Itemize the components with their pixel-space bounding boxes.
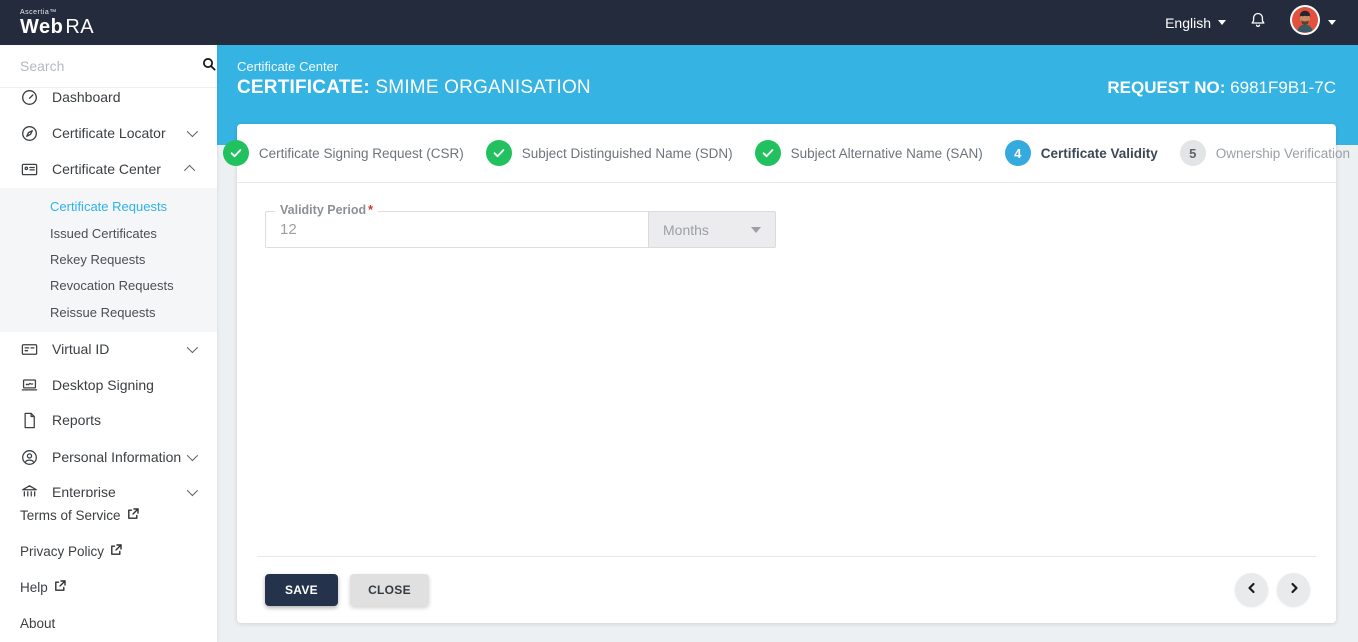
language-label: English [1165,14,1211,31]
chevron-down-icon [186,341,199,354]
validity-period-label: Validity Period * [275,203,379,217]
chevron-right-icon [1288,582,1300,597]
wizard-steps: Certificate Signing Request (CSR) Subjec… [222,124,1350,183]
avatar [1290,5,1320,40]
check-icon [222,140,249,166]
step-number: 5 [1179,140,1206,166]
report-file-icon [20,411,39,430]
search-icon[interactable] [201,56,217,77]
step-label: Certificate Signing Request (CSR) [258,145,464,161]
chevron-down-icon [1328,20,1336,25]
sidebar-item-personal-information[interactable]: Personal Information [0,439,217,475]
sidebar-item-reports[interactable]: Reports [0,402,217,438]
external-link-icon [110,543,122,559]
desktop-signing-icon [20,376,39,395]
request-number: REQUEST NO: 6981F9B1-7C [1107,78,1336,97]
sidebar-item-label: Reports [52,412,102,428]
bell-icon [1248,10,1268,35]
sidebar-item-certificate-requests[interactable]: Certificate Requests [0,196,217,218]
notifications-button[interactable] [1248,10,1268,35]
about-link[interactable]: About [20,613,55,633]
chevron-down-icon [186,449,199,462]
sidebar-item-dashboard[interactable]: Dashboard [0,79,217,115]
top-bar: Ascertia™ Web RA English [0,0,1358,45]
person-icon [20,448,39,467]
chevron-down-icon [1218,20,1226,25]
chevron-down-icon [186,484,199,497]
step-certificate-validity[interactable]: 4 Certificate Validity [1004,140,1158,166]
close-button[interactable]: CLOSE [350,574,429,606]
help-link[interactable]: Help [20,577,66,597]
dropdown-arrow-icon [751,226,761,233]
certificate-center-submenu: Certificate Requests Issued Certificates… [0,188,217,332]
link-label: Privacy Policy [20,543,105,559]
sidebar-footer: Terms of Service Privacy Policy Help Abo… [0,497,217,642]
sidebar-item-label: Virtual ID [52,341,110,357]
compass-icon [20,124,39,143]
wizard-card: Certificate Signing Request (CSR) Subjec… [222,124,1350,623]
sidebar-item-label: Desktop Signing [52,377,154,393]
sidebar-item-label: Certificate Locator [52,125,166,141]
sidebar-item-rekey-requests[interactable]: Rekey Requests [0,249,217,271]
privacy-policy-link[interactable]: Privacy Policy [20,541,122,561]
next-step-button[interactable] [1277,573,1310,606]
brand-ascertia: Ascertia™ [20,8,57,16]
search-input[interactable] [20,58,201,74]
step-sdn[interactable]: Subject Distinguished Name (SDN) [485,140,733,166]
sidebar-item-label: Dashboard [52,89,121,105]
check-icon [485,140,512,166]
step-ownership-verification[interactable]: 5 Ownership Verification [1179,140,1351,166]
breadcrumb: Certificate Center [237,59,339,74]
external-link-icon [54,579,66,595]
sidebar-item-issued-certificates[interactable]: Issued Certificates [0,223,217,245]
sidebar: Dashboard Certificate Locator Certificat… [0,45,217,642]
validity-unit-value: Months [663,221,709,238]
link-label: About [20,615,56,631]
step-label: Subject Alternative Name (SAN) [790,145,983,161]
sidebar-item-certificate-locator[interactable]: Certificate Locator [0,115,217,151]
external-link-icon [127,507,139,523]
virtual-id-icon [20,340,39,359]
certificate-card-icon [20,160,39,179]
step-label: Ownership Verification [1215,145,1351,161]
required-marker: * [368,203,374,217]
sidebar-item-desktop-signing[interactable]: Desktop Signing [0,367,217,403]
page-title: CERTIFICATE: SMIME ORGANISATION [237,77,591,98]
footer-divider [257,556,1316,557]
link-label: Help [20,579,48,595]
chevron-down-icon [186,125,199,138]
brand-webra: Web RA [20,15,95,38]
sidebar-item-certificate-center[interactable]: Certificate Center [0,151,217,187]
check-icon [754,140,781,166]
step-number: 4 [1004,140,1031,166]
language-dropdown[interactable]: English [1165,15,1226,31]
sidebar-item-revocation-requests[interactable]: Revocation Requests [0,275,217,297]
step-csr[interactable]: Certificate Signing Request (CSR) [222,140,464,166]
save-button[interactable]: SAVE [265,574,338,606]
step-san[interactable]: Subject Alternative Name (SAN) [754,140,983,166]
step-label: Subject Distinguished Name (SDN) [521,145,733,161]
previous-step-button[interactable] [1235,573,1268,606]
terms-of-service-link[interactable]: Terms of Service [20,505,139,525]
user-menu[interactable] [1290,5,1336,40]
sidebar-item-label: Certificate Center [52,161,161,177]
dashboard-icon [20,88,39,107]
validity-period-group: Validity Period* Months [265,203,776,248]
sidebar-item-virtual-id[interactable]: Virtual ID [0,331,217,367]
chevron-left-icon [1246,582,1258,597]
sidebar-item-reissue-requests[interactable]: Reissue Requests [0,302,217,324]
sidebar-item-label: Personal Information [52,449,182,465]
step-label: Certificate Validity [1040,145,1158,161]
app-logo[interactable]: Ascertia™ Web RA [20,9,94,37]
validity-unit-select[interactable]: Months [648,211,776,248]
chevron-up-icon [183,164,196,177]
link-label: Terms of Service [20,507,121,523]
wizard-nav-arrows [1235,573,1310,606]
